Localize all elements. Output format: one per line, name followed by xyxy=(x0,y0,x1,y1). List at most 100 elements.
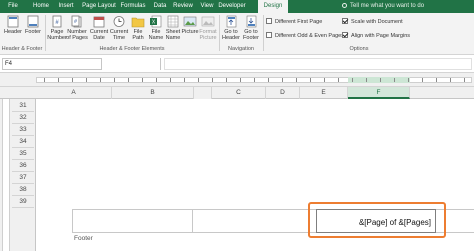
align-with-margins-label: Align with Page Margins xyxy=(351,33,411,39)
format-picture-button: Format Picture xyxy=(197,14,219,46)
vertical-ruler xyxy=(2,99,10,251)
row-header[interactable]: 35 xyxy=(12,148,34,160)
excel-file-icon: X xyxy=(150,15,162,28)
different-odd-even-option[interactable]: Different Odd & Even Pages xyxy=(266,32,344,40)
ruler-tick xyxy=(44,78,45,82)
tab-file[interactable]: File xyxy=(4,0,22,13)
page-number-icon: # xyxy=(52,15,62,28)
column-header-bar: A B C D E F xyxy=(0,87,474,99)
different-first-page-option[interactable]: Different First Page xyxy=(266,18,322,26)
ruler-tick xyxy=(422,78,423,82)
align-with-margins-option[interactable]: Align with Page Margins xyxy=(342,32,410,40)
footer-button[interactable]: Footer xyxy=(22,14,44,46)
row-header[interactable]: 32 xyxy=(12,112,34,124)
current-date-label2: Date xyxy=(93,35,105,41)
ruler-tick xyxy=(450,78,451,82)
row-header[interactable]: 36 xyxy=(12,160,34,172)
ruler-tick xyxy=(226,78,227,82)
number-of-pages-button[interactable]: # Number of Pages xyxy=(66,14,88,46)
go-to-header-icon xyxy=(226,15,237,28)
tab-developer[interactable]: Developer xyxy=(218,0,246,13)
ruler-highlight xyxy=(348,77,410,83)
name-box[interactable]: F4 xyxy=(2,58,102,70)
header-button[interactable]: Header xyxy=(2,14,24,46)
number-of-pages-icon: # xyxy=(71,15,82,28)
tab-review[interactable]: Review xyxy=(172,0,194,13)
formula-input[interactable] xyxy=(164,58,472,70)
different-odd-even-label: Different Odd & Even Pages xyxy=(275,33,344,39)
ruler-tick xyxy=(128,78,129,82)
ruler-tick xyxy=(464,78,465,82)
current-date-button[interactable]: Current Date xyxy=(88,14,110,46)
column-header-d[interactable]: D xyxy=(266,87,300,99)
tab-insert[interactable]: Insert xyxy=(56,0,76,13)
footer-center-section[interactable] xyxy=(192,210,316,232)
go-to-footer-label2: Footer xyxy=(243,35,259,41)
scale-with-document-option[interactable]: Scale with Document xyxy=(342,18,403,26)
tell-me-box[interactable]: Tell me what you want to do xyxy=(342,0,424,13)
ruler-tick xyxy=(114,78,115,82)
lightbulb-icon xyxy=(342,3,347,8)
ruler-tick xyxy=(184,78,185,82)
tell-me-text: Tell me what you want to do xyxy=(350,3,425,9)
ruler-tick xyxy=(100,78,101,82)
column-header-spacer xyxy=(194,87,212,99)
header-label: Header xyxy=(3,29,23,35)
file-path-icon xyxy=(131,17,145,28)
tab-page-layout[interactable]: Page Layout xyxy=(80,0,118,13)
footer-label-btn: Footer xyxy=(25,29,41,35)
row-header[interactable]: 31 xyxy=(12,100,34,112)
ruler-tick xyxy=(436,78,437,82)
format-picture-label2: Picture xyxy=(199,35,217,41)
tab-home[interactable]: Home xyxy=(30,0,52,13)
footer-right-section[interactable]: &[Page] of &[Pages] xyxy=(316,209,436,233)
checkbox-scale-with-document[interactable] xyxy=(342,18,348,24)
ruler-tick xyxy=(296,78,297,82)
column-header-f[interactable]: F xyxy=(348,87,410,99)
checkbox-align-with-margins[interactable] xyxy=(342,32,348,38)
row-header[interactable]: 37 xyxy=(12,172,34,184)
ruler-tick xyxy=(282,78,283,82)
ruler-tick xyxy=(352,78,353,82)
column-header-b[interactable]: B xyxy=(112,87,194,99)
picture-icon xyxy=(183,16,197,27)
ruler-tick xyxy=(240,78,241,82)
ruler-tick xyxy=(310,78,311,82)
row-header[interactable]: 33 xyxy=(12,124,34,136)
scale-with-document-label: Scale with Document xyxy=(351,19,403,25)
svg-text:#: # xyxy=(74,19,77,25)
ribbon: Header Footer Header & Footer # Page Num… xyxy=(0,13,474,55)
tab-design[interactable]: Design xyxy=(258,0,288,13)
tab-view[interactable]: View xyxy=(198,0,216,13)
ruler-tick xyxy=(142,78,143,82)
ribbon-tab-bar: File Home Insert Page Layout Formulas Da… xyxy=(0,0,474,13)
footer-area-label: Footer xyxy=(74,235,93,242)
footer-icon xyxy=(27,15,39,28)
ruler-tick xyxy=(170,78,171,82)
column-header-e[interactable]: E xyxy=(300,87,348,99)
checkbox-different-first-page[interactable] xyxy=(266,18,272,24)
checkbox-different-odd-even[interactable] xyxy=(266,32,272,38)
calendar-icon xyxy=(93,16,105,28)
tab-data[interactable]: Data xyxy=(150,0,170,13)
group-label-header-footer: Header & Footer xyxy=(1,46,43,52)
ruler-tick xyxy=(198,78,199,82)
row-header[interactable]: 34 xyxy=(12,136,34,148)
go-to-footer-button[interactable]: Go to Footer xyxy=(240,14,262,46)
footer-left-section[interactable] xyxy=(72,210,192,232)
ruler-tick xyxy=(324,78,325,82)
page-number-button[interactable]: # Page Number xyxy=(46,14,68,46)
tab-formulas[interactable]: Formulas xyxy=(120,0,146,13)
ruler-tick xyxy=(72,78,73,82)
group-label-options: Options xyxy=(349,46,369,52)
row-header[interactable]: 38 xyxy=(12,184,34,196)
column-header-a[interactable]: A xyxy=(36,87,112,99)
ruler-tick xyxy=(394,78,395,82)
number-of-pages-label2: of Pages xyxy=(66,35,88,41)
go-to-header-button[interactable]: Go to Header xyxy=(220,14,242,46)
horizontal-ruler xyxy=(0,73,474,87)
header-icon xyxy=(7,15,19,28)
ruler-tick xyxy=(86,78,87,82)
column-header-c[interactable]: C xyxy=(212,87,266,99)
row-header[interactable]: 39 xyxy=(12,196,34,208)
